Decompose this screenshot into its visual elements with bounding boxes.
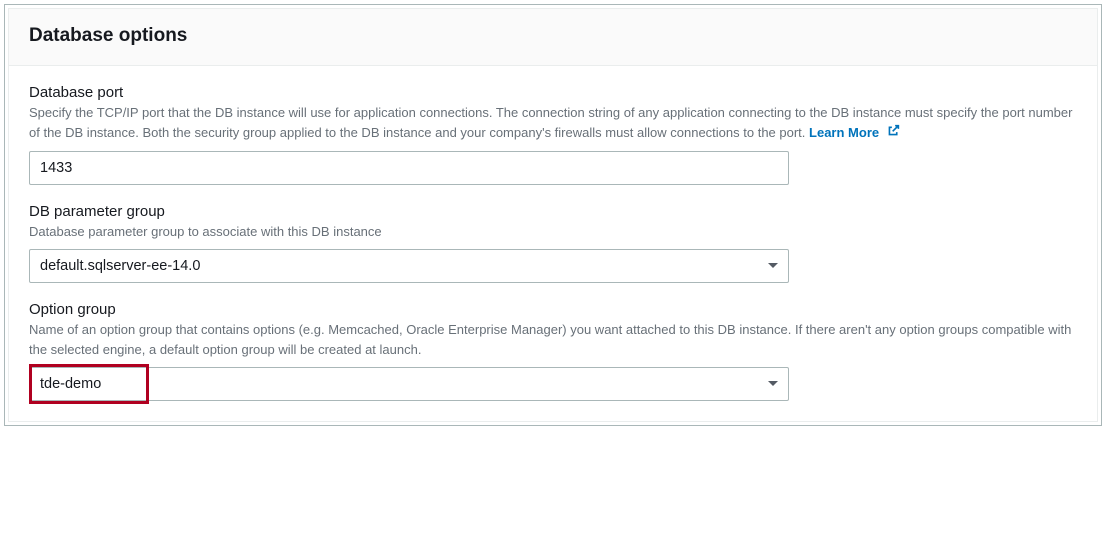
db-parameter-group-description: Database parameter group to associate wi…	[29, 222, 1077, 242]
panel-body: Database port Specify the TCP/IP port th…	[9, 66, 1097, 421]
option-group-description: Name of an option group that contains op…	[29, 320, 1077, 359]
panel-title: Database options	[29, 25, 1077, 47]
db-parameter-group-select-wrap: default.sqlserver-ee-14.0	[29, 249, 789, 283]
learn-more-link[interactable]: Learn More	[809, 125, 900, 140]
database-port-description: Specify the TCP/IP port that the DB inst…	[29, 103, 1077, 143]
option-group-select[interactable]: tde-demo	[29, 367, 789, 401]
database-port-label: Database port	[29, 84, 1077, 101]
db-parameter-group-field: DB parameter group Database parameter gr…	[29, 203, 1077, 284]
db-parameter-group-select[interactable]: default.sqlserver-ee-14.0	[29, 249, 789, 283]
database-options-panel: Database options Database port Specify t…	[8, 8, 1098, 422]
db-parameter-group-label: DB parameter group	[29, 203, 1077, 220]
external-link-icon	[887, 123, 900, 143]
database-port-field: Database port Specify the TCP/IP port th…	[29, 84, 1077, 185]
option-group-field: Option group Name of an option group tha…	[29, 301, 1077, 401]
outer-container: Database options Database port Specify t…	[4, 4, 1102, 426]
database-port-input[interactable]	[29, 151, 789, 185]
option-group-label: Option group	[29, 301, 1077, 318]
option-group-select-wrap: tde-demo	[29, 367, 789, 401]
panel-header: Database options	[9, 9, 1097, 66]
